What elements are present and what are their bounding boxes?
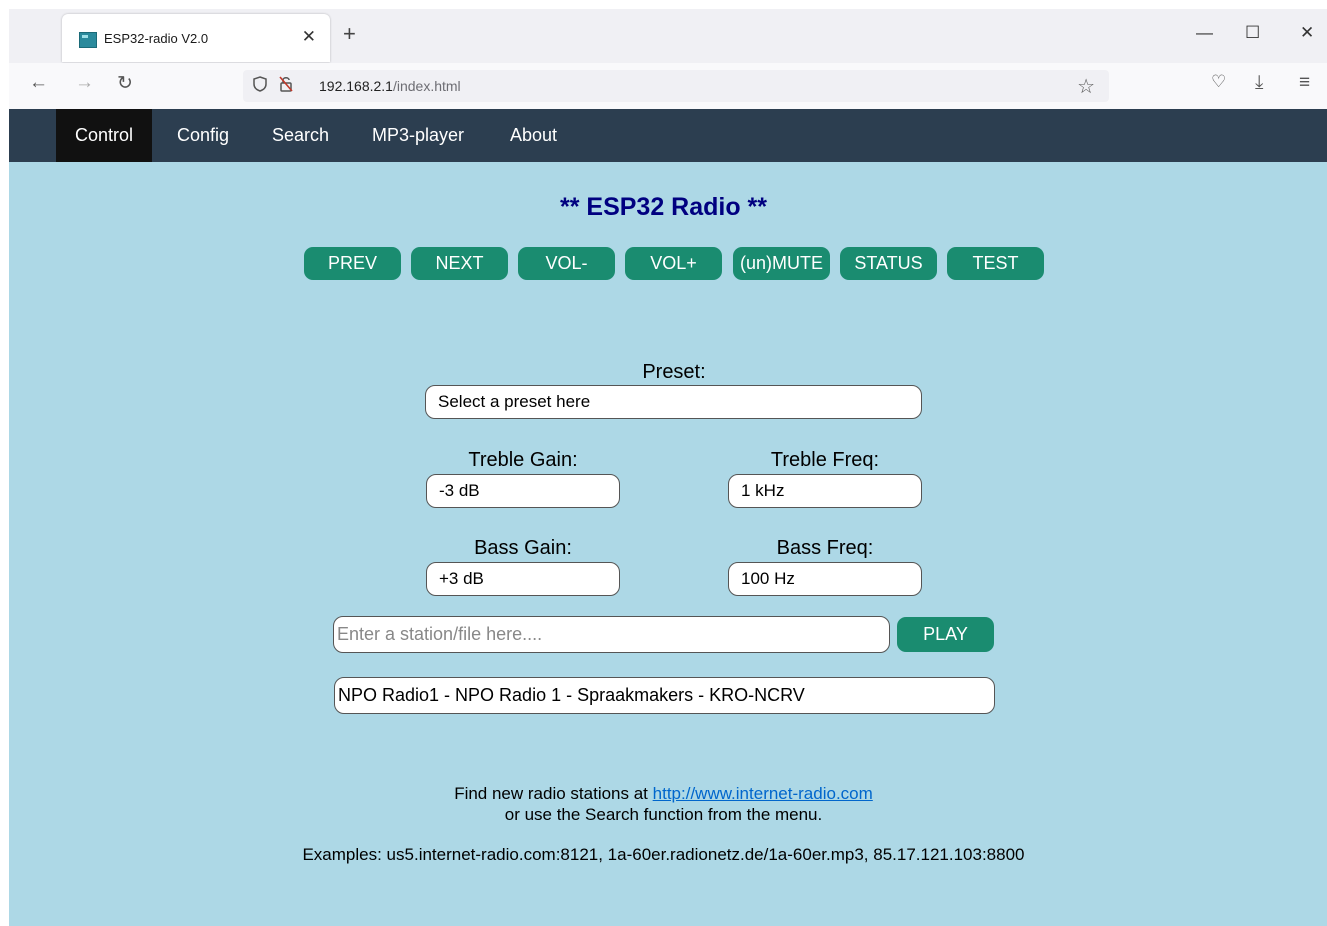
station-input[interactable]: Enter a station/file here.... — [333, 616, 890, 653]
new-tab-icon[interactable]: + — [343, 21, 356, 47]
reload-icon[interactable]: ↻ — [117, 72, 133, 95]
vol-down-button[interactable]: VOL- — [518, 247, 615, 280]
menu-icon[interactable]: ≡ — [1299, 72, 1310, 94]
internet-radio-link[interactable]: http://www.internet-radio.com — [653, 784, 873, 803]
back-icon[interactable]: ← — [29, 72, 48, 94]
tab-close-icon[interactable]: ✕ — [302, 27, 316, 47]
bass-freq-select[interactable]: 100 Hz — [728, 562, 922, 596]
examples-text: Examples: us5.internet-radio.com:8121, 1… — [302, 845, 1025, 864]
search-hint: or use the Search function from the menu… — [504, 805, 823, 824]
treble-gain-select[interactable]: -3 dB — [426, 474, 620, 508]
mute-button[interactable]: (un)MUTE — [733, 247, 830, 280]
url-host: 192.168.2.1 — [319, 78, 393, 94]
preset-label: Preset: — [642, 361, 706, 383]
page-title: ** ESP32 Radio ** — [559, 193, 768, 221]
prev-button[interactable]: PREV — [304, 247, 401, 280]
status-button[interactable]: STATUS — [840, 247, 937, 280]
treble-gain-label: Treble Gain: — [468, 449, 578, 471]
shield-icon — [253, 76, 267, 97]
now-playing-field: NPO Radio1 - NPO Radio 1 - Spraakmakers … — [334, 677, 995, 714]
preset-select[interactable]: Select a preset here — [425, 385, 922, 419]
minimize-icon[interactable]: — — [1196, 23, 1213, 43]
forward-icon[interactable]: → — [75, 72, 94, 94]
nav-item-control[interactable]: Control — [56, 109, 153, 162]
treble-freq-label: Treble Freq: — [770, 449, 880, 471]
pocket-icon[interactable]: ♡ — [1211, 72, 1226, 92]
tab-title: ESP32-radio V2.0 — [104, 31, 209, 46]
nav-item-config[interactable]: Config — [158, 109, 248, 162]
url-path: /index.html — [392, 78, 461, 94]
nav-item-about[interactable]: About — [491, 109, 576, 162]
nav-item-search[interactable]: Search — [253, 109, 348, 162]
window-close-icon[interactable]: ✕ — [1300, 23, 1314, 43]
favicon-icon — [79, 32, 97, 48]
vol-up-button[interactable]: VOL+ — [625, 247, 722, 280]
url-text: 192.168.2.1/index.html — [319, 78, 461, 94]
download-icon[interactable]: ⤓ — [1255, 72, 1263, 94]
browser-tab[interactable]: ESP32-radio V2.0 ✕ — [62, 14, 330, 62]
insecure-lock-icon — [279, 76, 293, 96]
tab-strip: ESP32-radio V2.0 ✕ + — ☐ ✕ — [9, 9, 1327, 63]
bass-gain-select[interactable]: +3 dB — [426, 562, 620, 596]
play-button[interactable]: PLAY — [897, 617, 994, 652]
next-button[interactable]: NEXT — [411, 247, 508, 280]
find-stations-text: Find new radio stations at — [454, 784, 648, 803]
nav-item-mp3-player[interactable]: MP3-player — [353, 109, 483, 162]
maximize-icon[interactable]: ☐ — [1245, 23, 1260, 43]
bass-gain-label: Bass Gain: — [474, 537, 572, 559]
page-navbar: Control Config Search MP3-player About — [9, 109, 1327, 162]
bass-freq-label: Bass Freq: — [776, 537, 874, 559]
bookmark-star-icon[interactable]: ☆ — [1077, 74, 1095, 99]
test-button[interactable]: TEST — [947, 247, 1044, 280]
browser-toolbar: ← → ↻ 192.168.2.1/index.html ☆ ♡ ⤓ ≡ — [9, 63, 1327, 110]
treble-freq-select[interactable]: 1 kHz — [728, 474, 922, 508]
find-stations-line: Find new radio stations at http://www.in… — [0, 784, 1327, 804]
address-bar[interactable]: 192.168.2.1/index.html ☆ — [243, 70, 1109, 102]
